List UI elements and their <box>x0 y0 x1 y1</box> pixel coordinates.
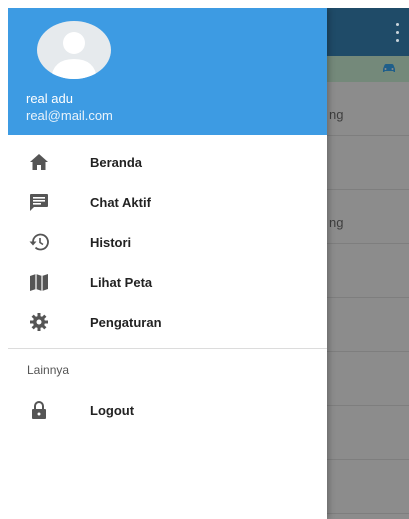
menu-item-label: Lihat Peta <box>90 274 153 290</box>
menu-item-logout[interactable]: Logout <box>8 390 327 430</box>
menu-item-histori[interactable]: Histori <box>8 222 327 262</box>
home-icon <box>28 152 50 172</box>
menu-item-pengaturan[interactable]: Pengaturan <box>8 302 327 342</box>
screen: ng ng real adu real@mail.com Beranda Cha… <box>8 8 409 519</box>
more-vert-icon[interactable] <box>394 20 400 44</box>
history-icon <box>28 232 50 252</box>
navigation-drawer: real adu real@mail.com Beranda Chat Akti… <box>8 8 327 519</box>
lock-icon <box>28 400 50 420</box>
user-name: real adu <box>26 91 73 106</box>
menu-item-label: Histori <box>90 234 132 250</box>
drawer-menu: Beranda Chat Aktif Histori Lihat Peta Pe… <box>8 142 327 342</box>
menu-item-label: Logout <box>90 402 135 418</box>
user-email: real@mail.com <box>26 108 113 123</box>
person-icon <box>51 32 97 79</box>
divider <box>8 348 327 349</box>
chat-icon <box>28 192 50 212</box>
avatar[interactable] <box>37 21 111 79</box>
menu-item-label: Beranda <box>90 154 143 170</box>
section-label-lainnya: Lainnya <box>27 363 70 377</box>
map-icon <box>28 272 50 292</box>
menu-item-lihat-peta[interactable]: Lihat Peta <box>8 262 327 302</box>
settings-icon <box>28 312 50 332</box>
menu-item-chat-aktif[interactable]: Chat Aktif <box>8 182 327 222</box>
menu-item-label: Pengaturan <box>90 314 162 330</box>
menu-item-beranda[interactable]: Beranda <box>8 142 327 182</box>
car-icon <box>383 64 395 72</box>
drawer-header: real adu real@mail.com <box>8 8 327 135</box>
menu-item-label: Chat Aktif <box>90 194 151 210</box>
